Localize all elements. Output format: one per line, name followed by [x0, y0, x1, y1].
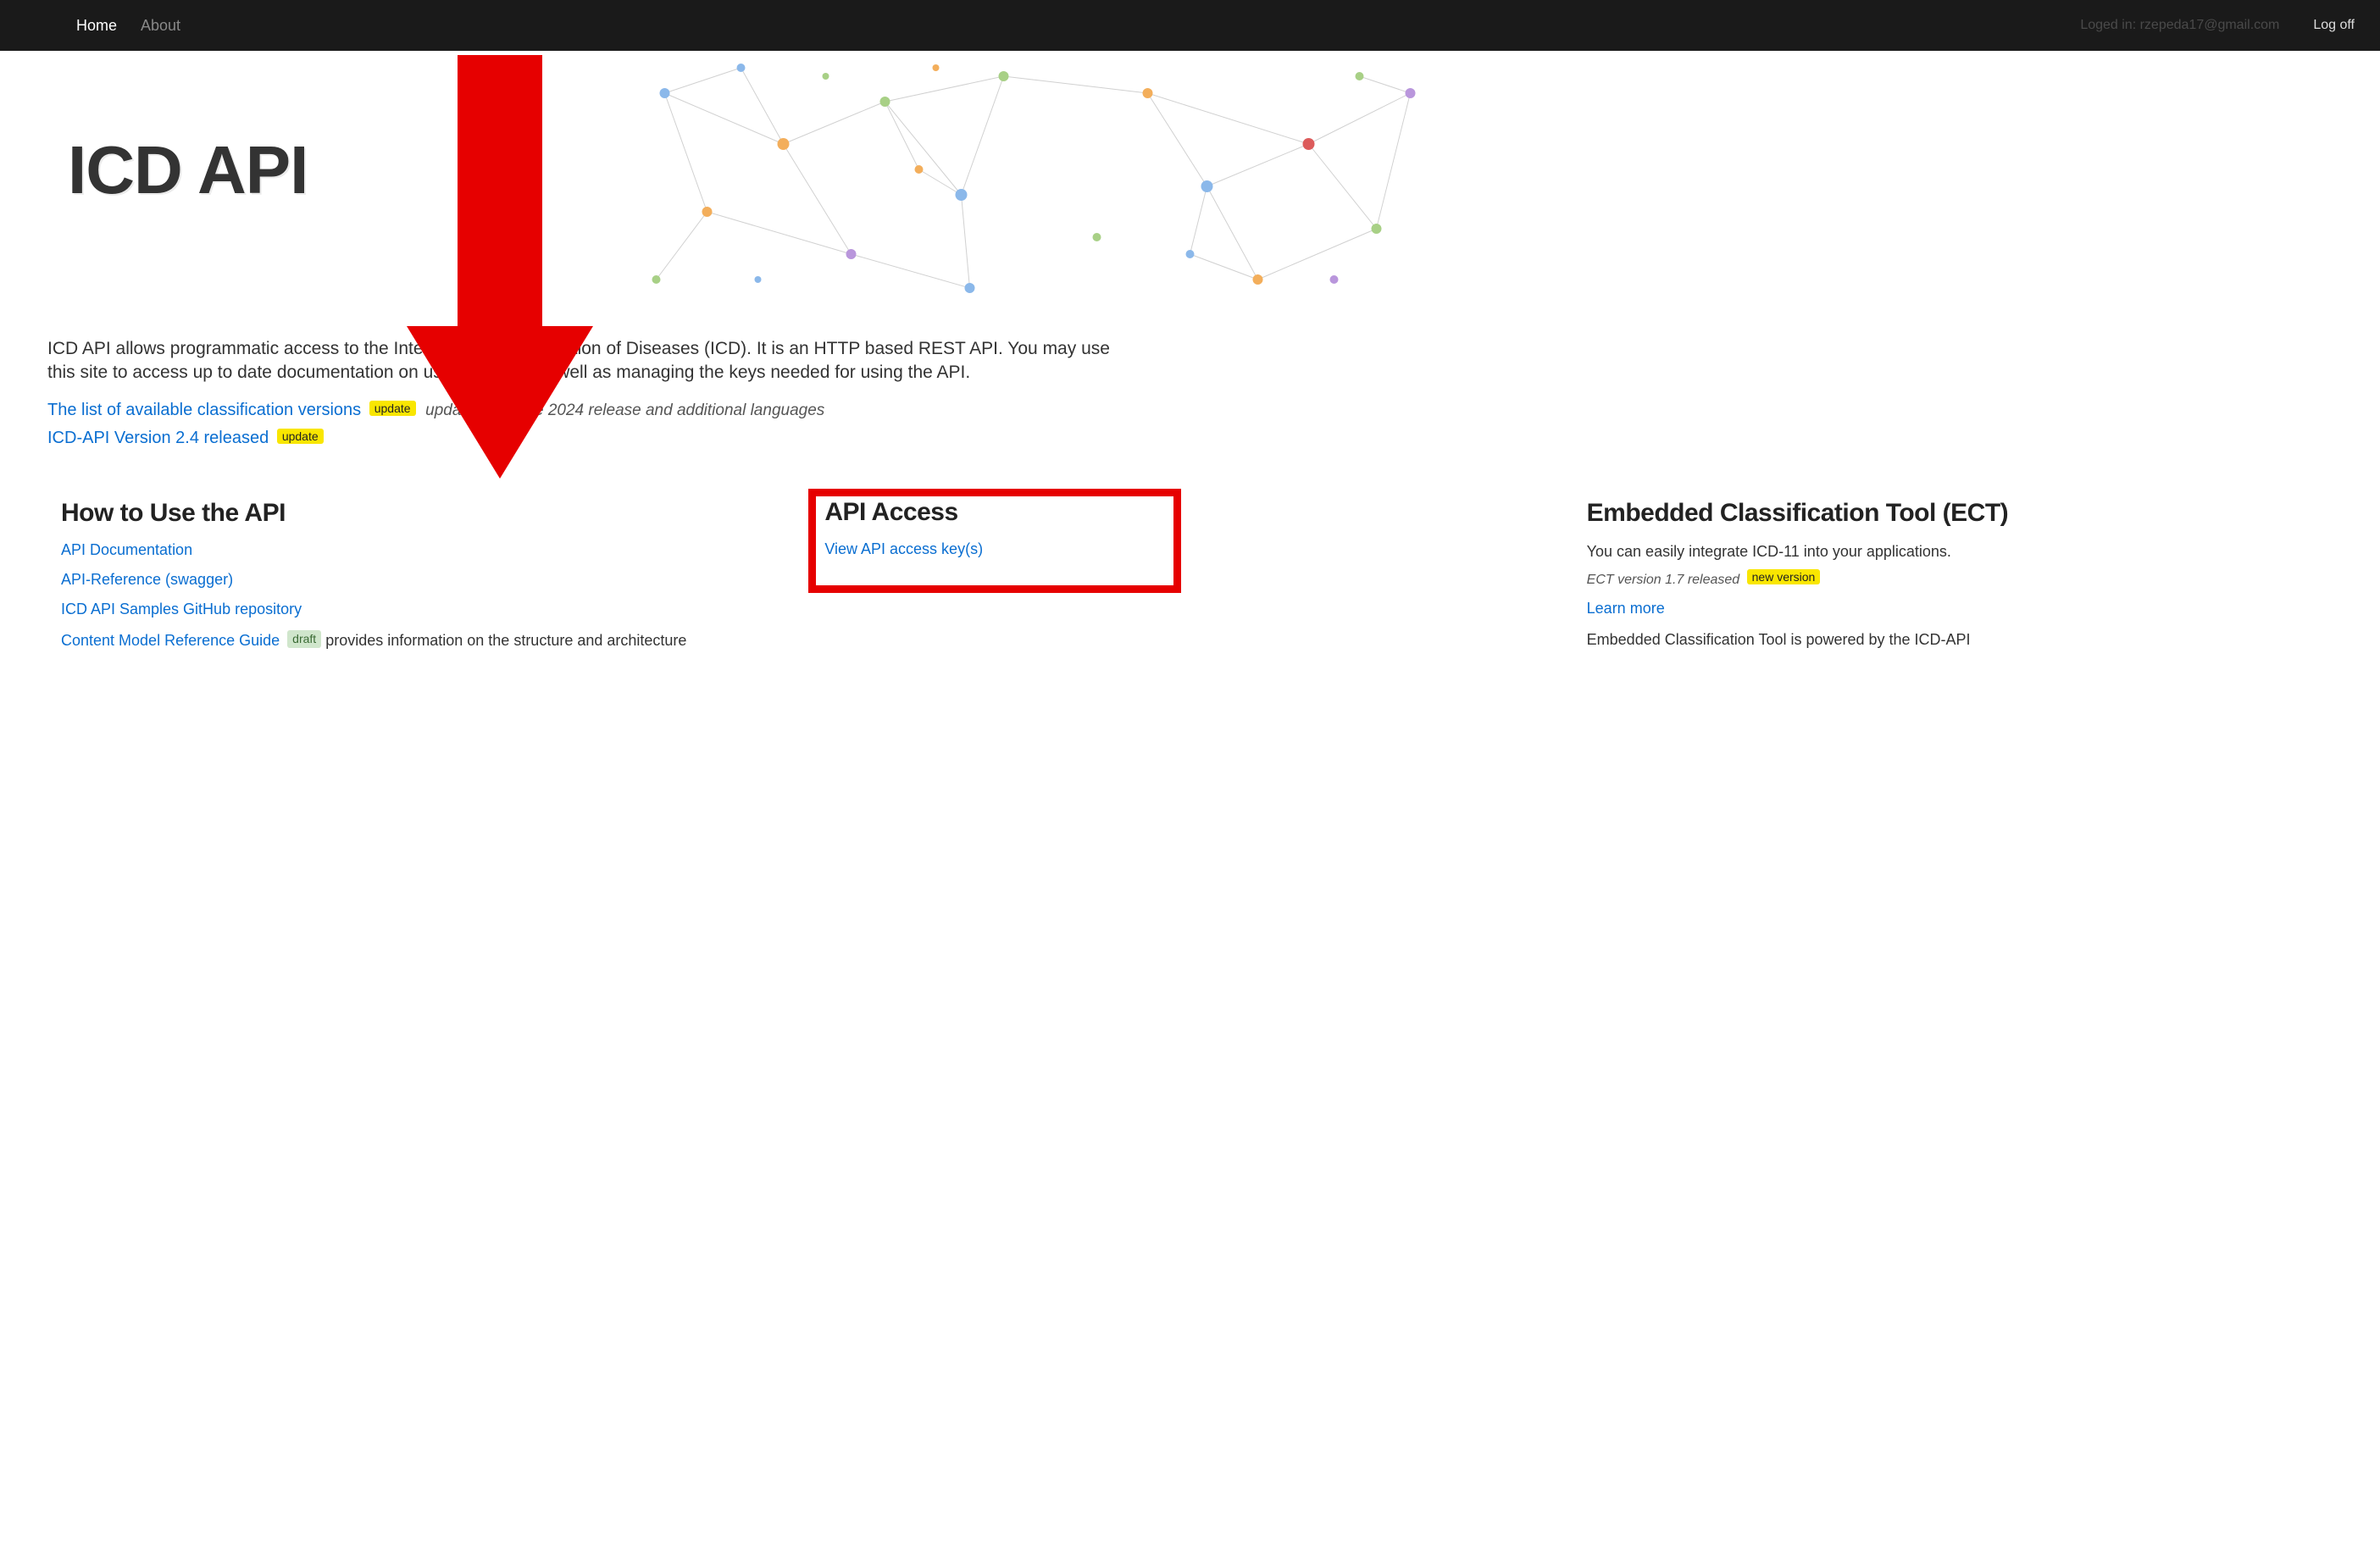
new-version-badge: new version [1747, 569, 1821, 584]
network-graphic [0, 51, 2380, 313]
draft-badge: draft [287, 630, 321, 649]
ect-heading: Embedded Classification Tool (ECT) [1587, 499, 2333, 528]
how-to-use-column: How to Use the API API Documentation API… [61, 499, 807, 651]
ect-version-note: ECT version 1.7 released [1587, 573, 1740, 587]
hero-banner: ICD API [0, 51, 2380, 313]
content-model-guide-link[interactable]: Content Model Reference Guide [61, 632, 280, 649]
nav-home[interactable]: Home [76, 17, 117, 35]
api-samples-github-link[interactable]: ICD API Samples GitHub repository [61, 601, 807, 618]
ect-column: Embedded Classification Tool (ECT) You c… [1587, 499, 2333, 651]
how-to-use-heading: How to Use the API [61, 499, 807, 528]
ect-learn-more-link[interactable]: Learn more [1587, 600, 2333, 617]
api-access-heading: API Access [824, 498, 1165, 527]
intro-text: ICD API allows programmatic access to th… [47, 337, 1139, 385]
update-badge: update [277, 429, 324, 444]
api-reference-swagger-link[interactable]: API-Reference (swagger) [61, 571, 807, 589]
update-note: updated with the 2024 release and additi… [425, 401, 824, 419]
api-access-highlight: API Access View API access key(s) [808, 489, 1181, 593]
view-api-keys-link[interactable]: View API access key(s) [824, 540, 1165, 558]
page-title: ICD API [68, 131, 308, 209]
login-status: Loged in: rzepeda17@gmail.com [2080, 18, 2279, 33]
content-model-suffix: provides information on the structure an… [321, 632, 686, 649]
classification-versions-link[interactable]: The list of available classification ver… [47, 401, 361, 419]
update-badge: update [369, 401, 416, 416]
top-navbar: Home About Loged in: rzepeda17@gmail.com… [0, 0, 2380, 51]
ect-description: You can easily integrate ICD-11 into you… [1587, 541, 2333, 562]
logoff-link[interactable]: Log off [2313, 18, 2355, 33]
version-released-link[interactable]: ICD-API Version 2.4 released [47, 429, 269, 447]
nav-about[interactable]: About [141, 17, 180, 35]
api-documentation-link[interactable]: API Documentation [61, 541, 807, 559]
ect-footer: Embedded Classification Tool is powered … [1587, 629, 2333, 651]
api-access-column: API Access View API access key(s) [824, 499, 1569, 651]
